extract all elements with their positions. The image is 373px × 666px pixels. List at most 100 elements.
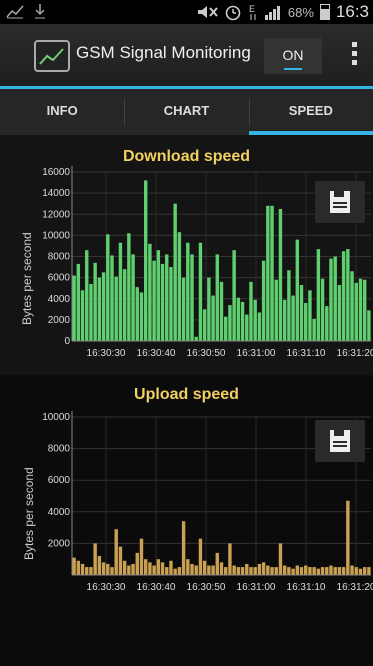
download-bar [257, 312, 262, 341]
tab-chart[interactable]: CHART [124, 89, 248, 135]
download-bar [143, 180, 148, 341]
download-bar [186, 242, 190, 341]
download-bar [304, 302, 308, 341]
upload-bar [106, 563, 110, 575]
download-bar [333, 256, 337, 341]
download-bar [160, 263, 165, 341]
download-bar [278, 208, 283, 341]
save-download-button[interactable] [315, 181, 365, 223]
save-icon [330, 191, 350, 213]
download-bar [131, 254, 135, 341]
upload-bar [245, 563, 249, 575]
tab-speed[interactable]: SPEED [248, 89, 373, 135]
download-bar [232, 250, 236, 341]
save-icon [330, 430, 350, 452]
download-bar [127, 233, 131, 341]
upload-y-tick-label: 10000 [42, 412, 70, 423]
upload-bar [194, 565, 198, 575]
upload-bar [211, 565, 215, 575]
download-bar [312, 318, 316, 341]
app-logo-icon[interactable] [34, 40, 70, 72]
upload-x-tick-label: 16:31:00 [237, 582, 276, 593]
upload-bar [173, 568, 177, 575]
upload-bar [219, 562, 224, 575]
upload-bar [291, 568, 295, 575]
download-bar [219, 281, 224, 341]
download-chart-panel: Download speed Bytes per second 0 2000 400… [0, 135, 373, 375]
download-y-tick-label: 6000 [48, 273, 71, 284]
upload-bar [215, 552, 219, 575]
upload-bar [304, 565, 308, 575]
download-bar [93, 262, 97, 341]
chart-notification-icon [6, 5, 24, 19]
upload-bar [236, 567, 241, 575]
download-x-tick-label: 16:31:10 [287, 348, 326, 359]
download-bar [177, 232, 182, 341]
download-y-tick-label: 8000 [48, 252, 71, 263]
upload-bar [341, 567, 346, 575]
download-bar [80, 290, 85, 341]
download-bar [181, 277, 186, 341]
upload-x-tick-label: 16:30:50 [187, 582, 226, 593]
upload-bar [299, 567, 304, 575]
upload-bar [202, 560, 207, 575]
upload-bar [278, 543, 283, 575]
download-bar [165, 254, 169, 341]
download-bar [211, 295, 215, 341]
app-title: GSM Signal Monitoring [76, 43, 251, 62]
upload-chart-panel: Upload speed Bytes per second 2000 4000 60… [0, 375, 373, 666]
download-bar [110, 255, 114, 341]
upload-bar [224, 567, 228, 575]
upload-bar [308, 567, 312, 575]
overflow-menu-icon[interactable] [352, 42, 358, 69]
download-bar [316, 249, 321, 341]
upload-bar [316, 568, 321, 575]
save-upload-button[interactable] [315, 420, 365, 462]
download-bar [228, 305, 232, 341]
upload-chart: 2000 4000 6000 8000 10000 16:30:30 16:30:40 16:… [42, 411, 373, 593]
monitoring-toggle-button[interactable]: ON [264, 38, 322, 74]
upload-bar [266, 565, 270, 575]
download-bar [337, 285, 342, 341]
download-bar [308, 290, 312, 341]
download-bar [287, 270, 291, 341]
download-bar [169, 267, 173, 341]
download-bar [215, 254, 219, 341]
download-bar [114, 276, 118, 341]
download-bar [207, 277, 211, 341]
download-x-tick-label: 16:31:20 [337, 348, 373, 359]
upload-y-tick-label: 8000 [48, 444, 71, 455]
download-bar [249, 281, 253, 341]
download-bar [97, 277, 102, 341]
download-bar [270, 205, 274, 341]
download-chart: 0 2000 4000 6000 8000 10000 12000 14000 16000 16:… [42, 166, 373, 359]
download-bar [85, 250, 89, 341]
tab-info[interactable]: INFO [0, 89, 124, 135]
upload-bar [114, 529, 118, 575]
download-y-tick-label: 10000 [42, 230, 70, 241]
upload-bar [240, 567, 245, 575]
upload-bar [228, 543, 232, 575]
download-bar [156, 250, 161, 341]
upload-bar [89, 567, 93, 575]
download-bar [245, 314, 249, 341]
upload-y-tick-label: 2000 [48, 538, 71, 549]
upload-bar [169, 560, 173, 575]
upload-bar [320, 567, 325, 575]
upload-bar [337, 567, 342, 575]
download-bar [261, 260, 266, 341]
toggle-label: ON [282, 47, 304, 63]
upload-bar [181, 521, 186, 575]
upload-bar [97, 556, 102, 575]
mute-icon [197, 6, 218, 18]
upload-bar [165, 567, 169, 575]
download-bar [350, 271, 354, 341]
upload-bar [358, 568, 363, 575]
upload-bar [190, 563, 194, 575]
download-y-tick-label: 14000 [42, 188, 70, 199]
download-bar [299, 285, 304, 341]
tab-bar: INFO CHART SPEED [0, 89, 373, 135]
download-y-tick-label: 12000 [42, 209, 70, 220]
download-bar [236, 297, 241, 341]
upload-bar [295, 565, 300, 575]
